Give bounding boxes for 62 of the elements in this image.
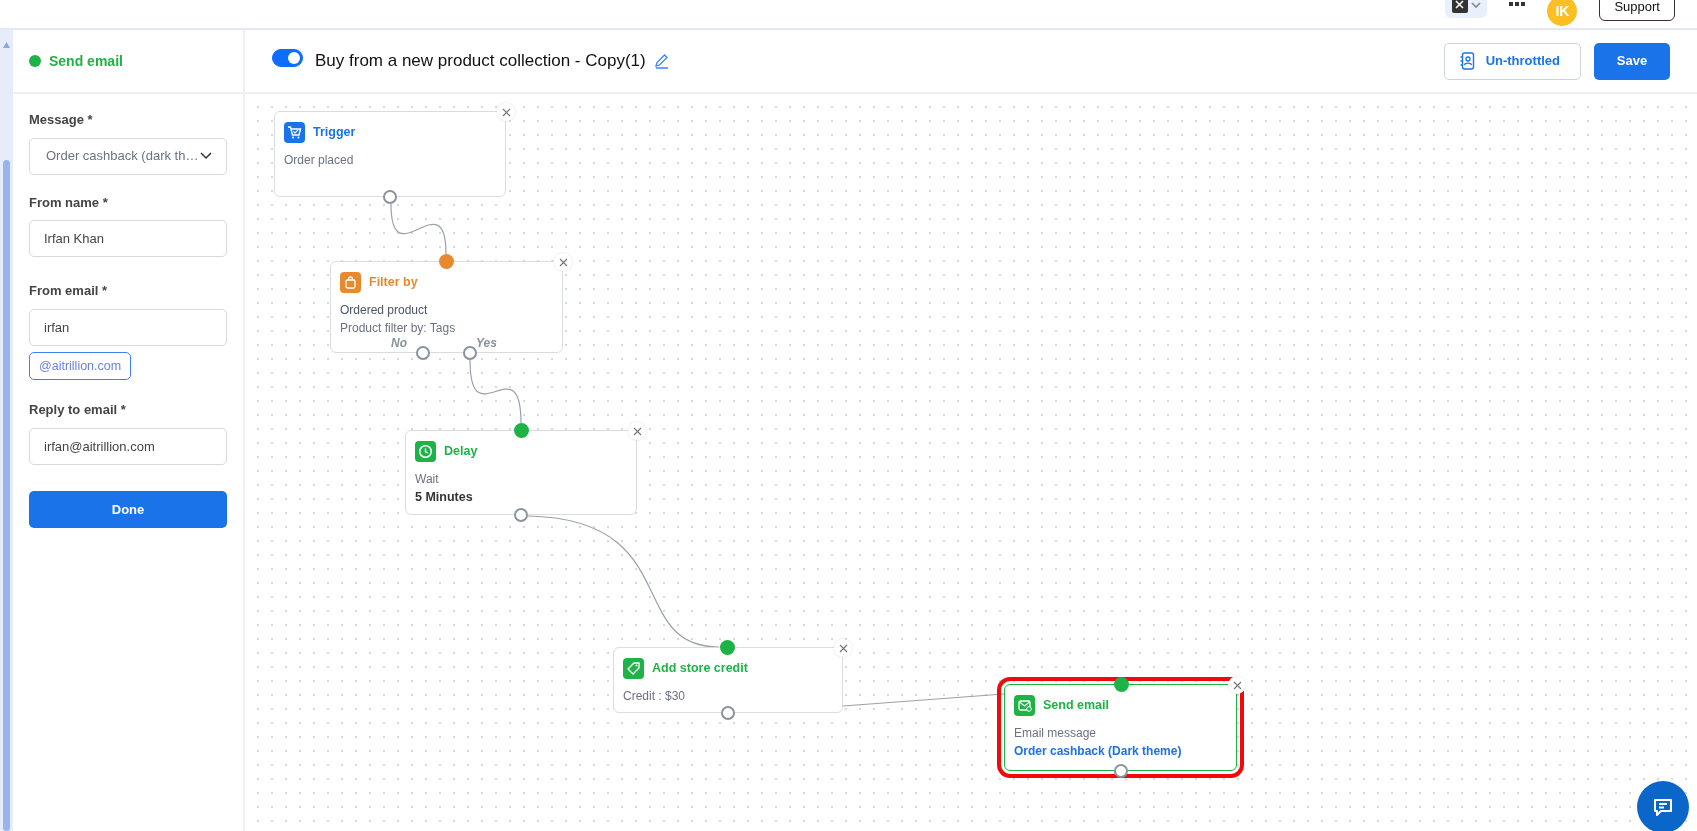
scrollbar[interactable]: [0, 30, 13, 831]
input-field[interactable]: Irfan Khan: [29, 220, 227, 257]
node-text: Email message: [1014, 725, 1098, 742]
close-button[interactable]: [1228, 676, 1246, 694]
scroll-up-icon[interactable]: [3, 42, 10, 48]
input-field[interactable]: irfan: [29, 308, 227, 346]
caret-icon: [1471, 1, 1482, 9]
status-dot: [29, 55, 41, 67]
node-text: 5 Minutes: [415, 489, 474, 506]
field-label: From email *: [29, 282, 109, 300]
node-title: Delay: [444, 443, 478, 461]
node-title: Trigger: [313, 124, 356, 142]
close-icon: [632, 426, 642, 436]
message-link[interactable]: Order cashback (Dark theme): [1014, 742, 1227, 760]
input-field[interactable]: irfan@aitrillion.com: [29, 427, 227, 465]
branch-label: No: [391, 335, 407, 352]
output-handle[interactable]: [463, 346, 477, 360]
field-label: Message *: [29, 111, 94, 129]
close-button[interactable]: [554, 253, 572, 271]
done-button[interactable]: Done: [29, 490, 227, 528]
panel-title: Send email: [49, 51, 123, 71]
domain-tag[interactable]: @aitrillion.com: [29, 351, 132, 381]
node-text: Wait: [415, 471, 440, 488]
workflow-title: Buy from a new product collection - Copy(1): [315, 50, 646, 73]
node-title: Filter by: [369, 274, 418, 292]
node-text: Product filter by: Tags: [340, 320, 457, 337]
node-text: Ordered product: [340, 302, 429, 319]
close-button[interactable]: [497, 103, 515, 121]
chat-icon: [1653, 797, 1673, 817]
close-button[interactable]: [628, 422, 646, 440]
unthrottled-button[interactable]: Un-throttled: [1443, 42, 1581, 80]
save-button[interactable]: Save: [1594, 42, 1670, 80]
close-icon: [1232, 680, 1242, 690]
field-label: From name *: [29, 193, 109, 212]
branch-label: Yes: [476, 335, 497, 352]
output-handle[interactable]: [514, 508, 528, 522]
output-handle[interactable]: [721, 706, 735, 720]
connector-line: [390, 203, 447, 255]
node-title: Add store credit: [652, 660, 748, 678]
output-handle[interactable]: [383, 190, 397, 204]
node-text: Order placed: [284, 152, 355, 169]
workflow-node[interactable]: Delay Wait 5 Minutes: [405, 430, 637, 515]
field-label: Reply to email *: [29, 401, 127, 420]
close-button[interactable]: [834, 639, 852, 657]
workflow-node[interactable]: Filter by Ordered product Product filter by: Tags No Yes: [330, 261, 563, 353]
scrollbar-thumb[interactable]: [3, 160, 10, 831]
workflow-node[interactable]: Trigger Order placed: [274, 111, 506, 197]
chevron-down-icon: [200, 152, 212, 160]
close-icon: [558, 257, 568, 267]
connector-line: [469, 359, 522, 424]
node-text: Credit : $30: [623, 688, 687, 705]
support-button[interactable]: Support: [1599, 0, 1675, 21]
enable-toggle[interactable]: [272, 49, 303, 67]
node-title: Send email: [1043, 697, 1109, 715]
output-handle[interactable]: [416, 346, 430, 360]
chat-button[interactable]: [1637, 781, 1689, 831]
close-icon: [501, 107, 511, 117]
contact-book-icon: [1458, 52, 1476, 70]
pencil-icon[interactable]: [653, 53, 670, 69]
close-icon: [838, 643, 848, 653]
message-select[interactable]: Order cashback (dark th…: [29, 137, 227, 175]
workflow-node[interactable]: Add store credit Credit : $30: [613, 647, 843, 713]
